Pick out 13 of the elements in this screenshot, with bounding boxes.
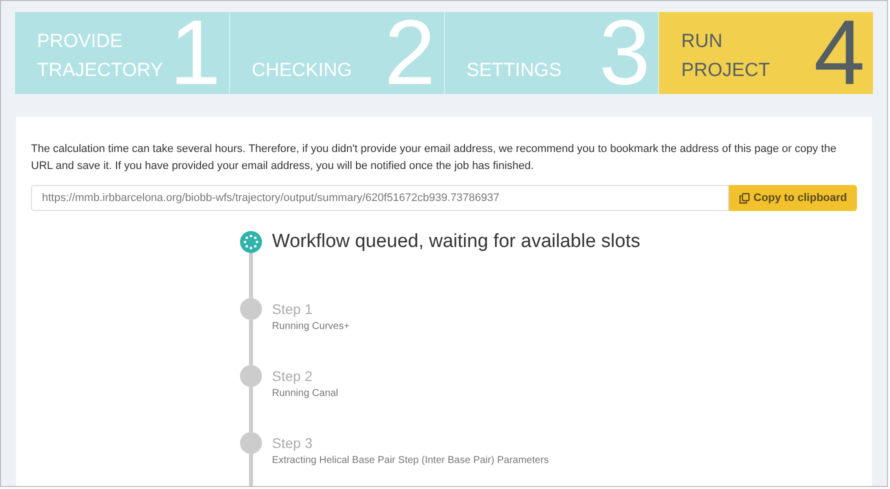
step-title: Step 1 (272, 300, 314, 319)
wizard-step[interactable]: RUN PROJECT 4 (658, 12, 873, 94)
step-description: Running Curves+ (272, 320, 350, 334)
status-title: Workflow queued, waiting for available slots (272, 231, 640, 253)
copy-button[interactable]: Copy to clipboard (728, 185, 857, 211)
notice-text: The calculation time can take several hours. Therefore, if you didn't provide your email address, we recommend you to bookmark the address of this page or copy the URL and save it. If you have provided your email address, you will be notified once the job has finished. (31, 142, 838, 174)
step-title: Step 3 (272, 434, 314, 453)
step-description: Running Canal (272, 387, 338, 401)
spinner-icon (240, 231, 262, 253)
step-description: Extracting Helical Base Pair Step (Inter Base Pair) Parameters (272, 454, 549, 468)
url-field[interactable]: https://mmb.irbbarcelona.org/biobb-wfs/trajectory/output/summary/620f51672cb939.73786937 (31, 185, 728, 211)
step-title: Step 2 (272, 367, 314, 386)
copy-icon (738, 192, 750, 204)
